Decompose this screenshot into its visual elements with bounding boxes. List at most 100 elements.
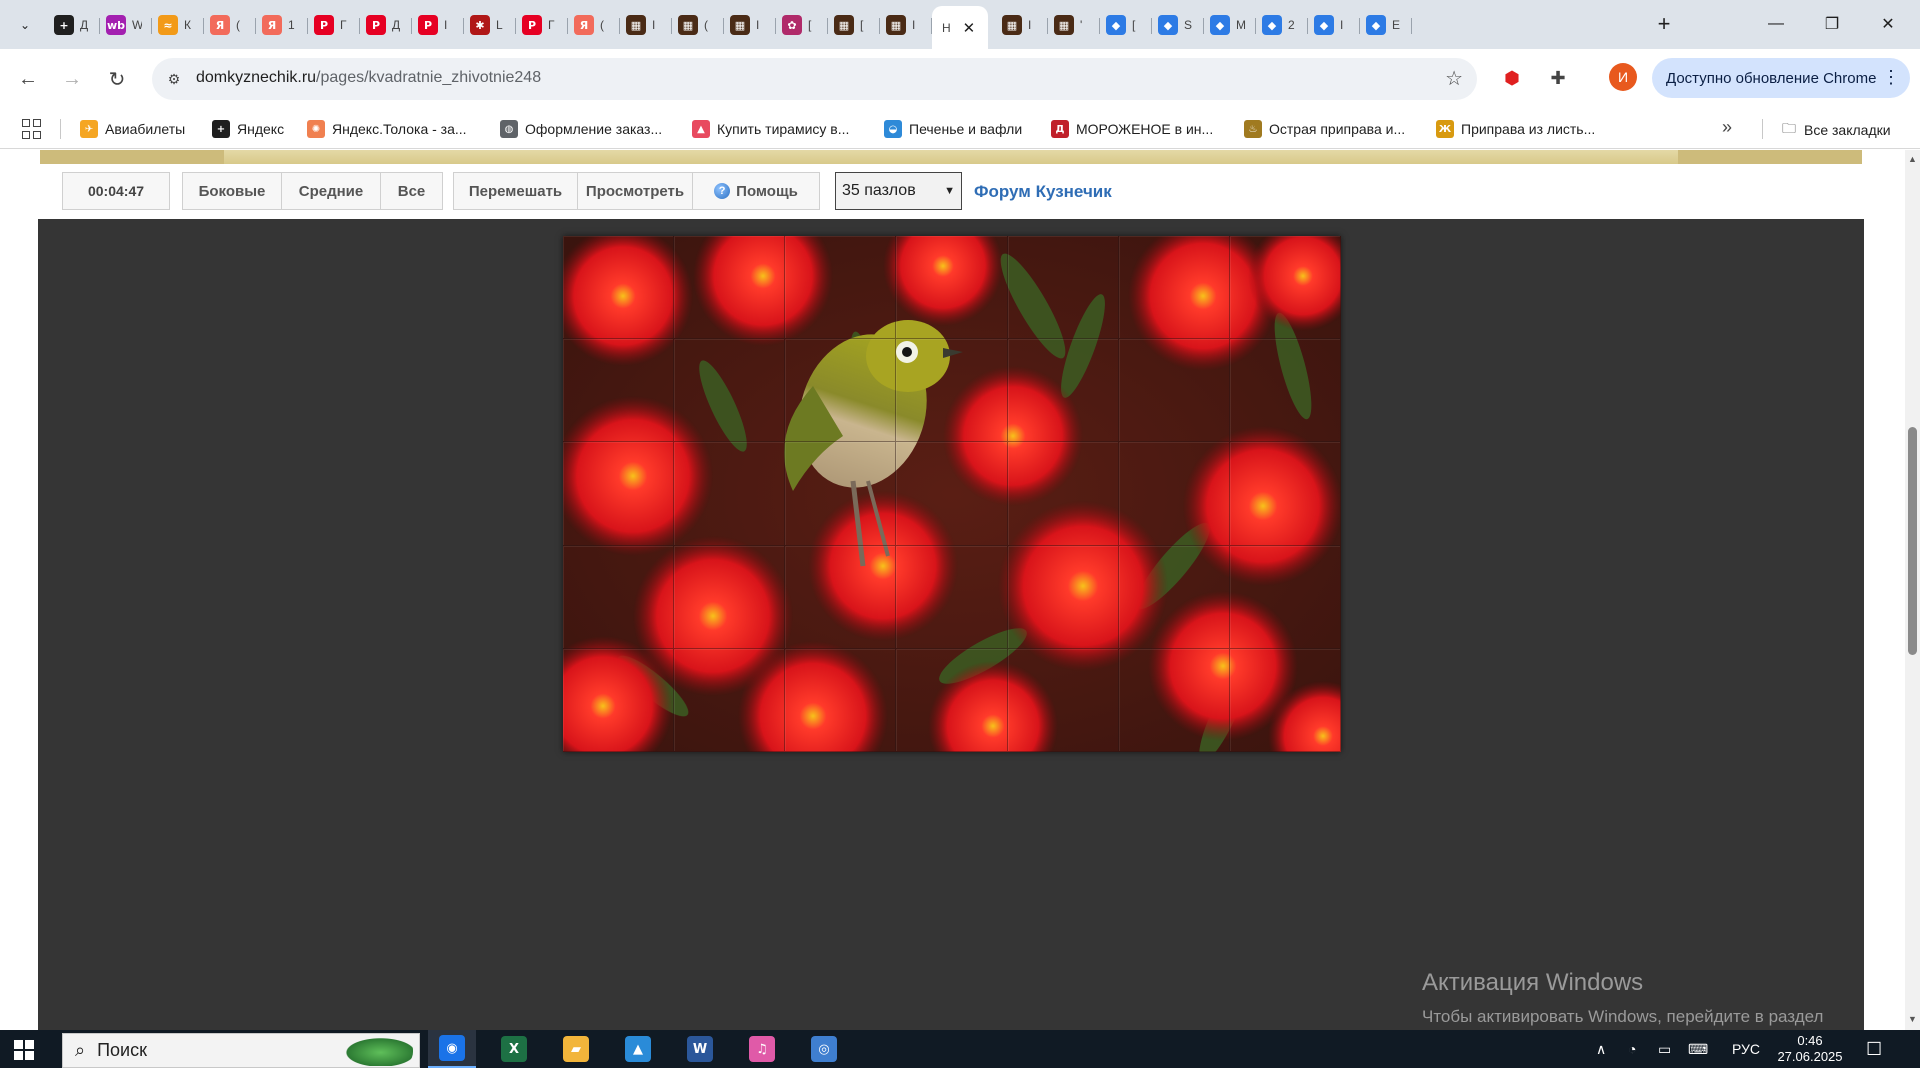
browser-tab[interactable]: ▦ '	[1048, 10, 1100, 40]
adblock-extension-icon[interactable]: ⬢	[1497, 63, 1527, 93]
browser-tab[interactable]: ▦ I	[880, 10, 932, 40]
bookmark-item[interactable]: ✈ Авиабилеты	[80, 118, 185, 140]
puzzle-piece[interactable]	[785, 339, 897, 443]
puzzle-piece[interactable]	[785, 648, 897, 752]
bookmark-item[interactable]: ♨ Острая приправа и...	[1244, 118, 1405, 140]
puzzle-piece[interactable]	[896, 545, 1008, 649]
start-windows-icon[interactable]	[14, 1040, 34, 1060]
apps-grid-icon[interactable]	[22, 119, 42, 139]
shuffle-button[interactable]: Перемешать	[453, 172, 578, 210]
puzzle-piece[interactable]	[1007, 545, 1119, 649]
browser-tab[interactable]: Я(	[568, 10, 620, 40]
close-window-button[interactable]: ✕	[1860, 6, 1916, 42]
keyboard-icon[interactable]: ⌨	[1688, 1030, 1708, 1068]
page-scrollbar[interactable]: ▲ ▼	[1905, 150, 1920, 1030]
browser-tab[interactable]: ✿[	[776, 10, 828, 40]
forum-link[interactable]: Форум Кузнечик	[974, 182, 1112, 202]
puzzle-piece[interactable]	[1118, 442, 1230, 546]
puzzle-piece[interactable]	[563, 648, 675, 752]
scroll-up-arrow-icon[interactable]: ▲	[1907, 154, 1918, 166]
taskbar-search-box[interactable]: ⌕ Поиск	[62, 1033, 420, 1068]
bookmark-star-icon[interactable]: ☆	[1445, 66, 1463, 91]
browser-tab[interactable]: ◆ 2	[1256, 10, 1308, 40]
browser-tab[interactable]: ◆[	[1100, 10, 1152, 40]
filter-middle-button[interactable]: Средние	[281, 172, 381, 210]
bookmark-item[interactable]: ◒ Печенье и вафли	[884, 118, 1022, 140]
profile-avatar[interactable]: И	[1609, 63, 1637, 91]
language-indicator[interactable]: РУС	[1732, 1030, 1760, 1068]
puzzle-piece[interactable]	[1229, 648, 1341, 752]
forward-button[interactable]: →	[56, 63, 88, 95]
minimize-button[interactable]: —	[1748, 6, 1804, 42]
filter-all-button[interactable]: Все	[380, 172, 443, 210]
photos-app[interactable]: ▲	[614, 1030, 662, 1068]
browser-tab[interactable]: ✱ L	[464, 10, 516, 40]
tab-search-chevron-icon[interactable]: ⌄	[8, 12, 42, 38]
preview-button[interactable]: Просмотреть	[577, 172, 693, 210]
filter-edge-button[interactable]: Боковые	[182, 172, 282, 210]
puzzle-piece[interactable]	[1118, 545, 1230, 649]
puzzle-piece[interactable]	[563, 442, 675, 546]
browser-tab[interactable]: ▦ I	[724, 10, 776, 40]
browser-tab[interactable]: ▦ I	[996, 10, 1048, 40]
browser-tab[interactable]: ◆ E	[1360, 10, 1412, 40]
close-tab-icon[interactable]: ✕	[963, 19, 976, 37]
browser-tab[interactable]: PI	[412, 10, 464, 40]
puzzle-piece[interactable]	[1007, 236, 1119, 340]
battery-icon[interactable]: ▭	[1658, 1030, 1671, 1068]
puzzle-piece[interactable]	[674, 339, 786, 443]
puzzle-piece[interactable]	[1229, 236, 1341, 340]
puzzle-piece[interactable]	[896, 648, 1008, 752]
bookmark-item[interactable]: Ж Приправа из листь...	[1436, 118, 1595, 140]
browser-tab[interactable]: ◆ I	[1308, 10, 1360, 40]
help-button[interactable]: ? Помощь	[692, 172, 820, 210]
bookmark-item[interactable]: + Яндекс	[212, 118, 284, 140]
excel-app[interactable]: X	[490, 1030, 538, 1068]
browser-tab[interactable]: wb W	[100, 10, 152, 40]
chrome-update-button[interactable]: Доступно обновление Chrome ⋮	[1652, 58, 1910, 98]
browser-tab[interactable]: PГ	[308, 10, 360, 40]
puzzle-piece[interactable]	[1007, 648, 1119, 752]
puzzle-piece[interactable]	[785, 545, 897, 649]
puzzle-piece[interactable]	[674, 442, 786, 546]
bookmark-item[interactable]: ▲ Купить тирамису в...	[692, 118, 849, 140]
puzzle-piece[interactable]	[674, 648, 786, 752]
network-icon[interactable]: ◔	[1628, 1030, 1636, 1068]
scroll-down-arrow-icon[interactable]: ▼	[1907, 1014, 1918, 1026]
puzzle-piece[interactable]	[1118, 236, 1230, 340]
puzzle-piece[interactable]	[1229, 339, 1341, 443]
browser-tab[interactable]: Я1	[256, 10, 308, 40]
browser-tab[interactable]: ≈ К	[152, 10, 204, 40]
explorer-app[interactable]: ▰	[552, 1030, 600, 1068]
spiral-app[interactable]: ◎	[800, 1030, 848, 1068]
pieces-count-select[interactable]: 35 пазлов ▼	[835, 172, 962, 210]
browser-tab[interactable]: ▦(	[672, 10, 724, 40]
new-tab-button[interactable]: +	[1650, 10, 1678, 38]
restore-button[interactable]: ❐	[1804, 6, 1860, 42]
browser-tab[interactable]: ◆ S	[1152, 10, 1204, 40]
puzzle-piece[interactable]	[1007, 339, 1119, 443]
browser-tab[interactable]: + Д	[48, 10, 100, 40]
browser-tab[interactable]: Я(	[204, 10, 256, 40]
puzzle-piece[interactable]	[785, 442, 897, 546]
puzzle-piece[interactable]	[1007, 442, 1119, 546]
puzzle-piece[interactable]	[674, 236, 786, 340]
address-bar[interactable]: ⚙ domkyznechik.ru/pages/kvadratnie_zhivo…	[152, 58, 1477, 100]
puzzle-piece[interactable]	[674, 545, 786, 649]
chrome-app[interactable]: ◉	[428, 1030, 476, 1068]
bookmark-item[interactable]: ✺ Яндекс.Толока - за...	[307, 118, 467, 140]
browser-tab[interactable]: ▦[	[828, 10, 880, 40]
browser-tab[interactable]: ▦ I	[620, 10, 672, 40]
browser-tab[interactable]: Н ✕	[932, 6, 988, 49]
more-bookmarks-chevron-icon[interactable]: »	[1722, 117, 1732, 138]
word-app[interactable]: W	[676, 1030, 724, 1068]
puzzle-piece[interactable]	[896, 339, 1008, 443]
back-button[interactable]: ←	[12, 63, 44, 95]
puzzle-piece[interactable]	[563, 236, 675, 340]
puzzle-piece[interactable]	[896, 442, 1008, 546]
puzzle-piece[interactable]	[1118, 339, 1230, 443]
puzzle-piece[interactable]	[563, 545, 675, 649]
puzzle-piece[interactable]	[785, 236, 897, 340]
all-bookmarks-button[interactable]: 🗀 Все закладки	[1782, 118, 1891, 142]
site-info-icon[interactable]: ⚙	[162, 67, 186, 91]
